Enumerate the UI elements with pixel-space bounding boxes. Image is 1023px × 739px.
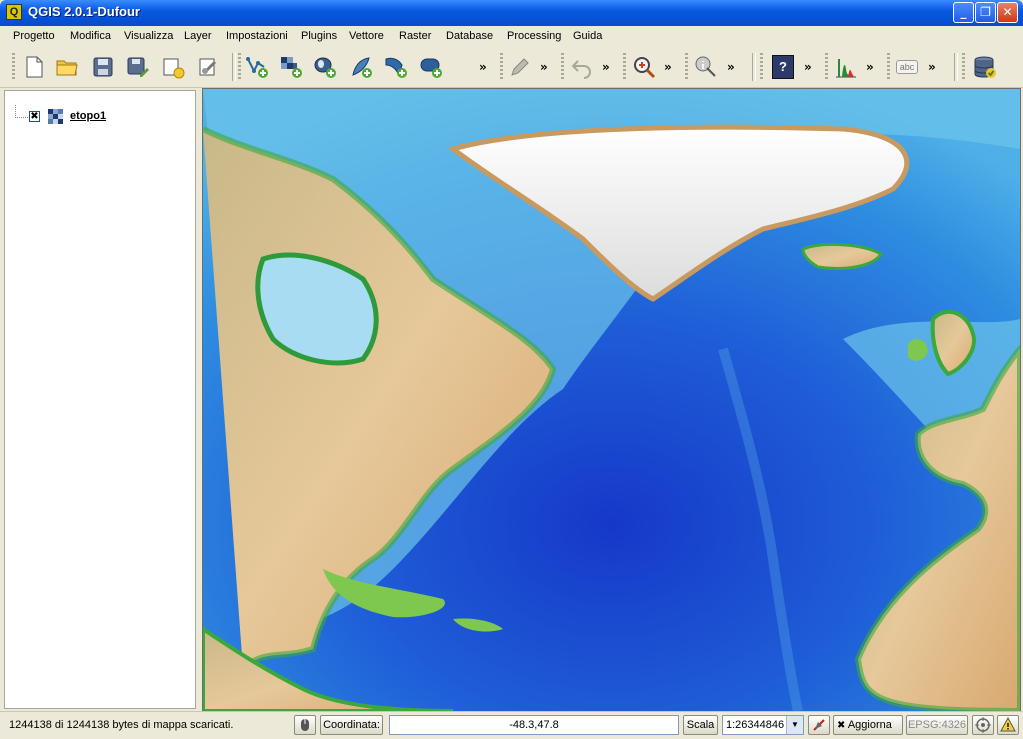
chevron-down-icon[interactable]: ▼ xyxy=(786,716,803,734)
save-as-icon[interactable] xyxy=(126,55,150,79)
render-tool-button[interactable] xyxy=(808,715,830,735)
toolbar-separator xyxy=(954,53,958,81)
coordinate-label: Coordinata: xyxy=(320,715,383,735)
map-canvas[interactable] xyxy=(202,88,1021,712)
undo-icon[interactable] xyxy=(570,55,594,79)
messages-button[interactable] xyxy=(997,715,1019,735)
menu-raster[interactable]: Raster xyxy=(399,30,431,42)
toolbar-grip[interactable] xyxy=(623,53,626,81)
toolbar-grip[interactable] xyxy=(962,53,965,81)
toolbar-grip[interactable] xyxy=(500,53,503,81)
status-bar: 1244138 di 1244138 bytes di mappa scaric… xyxy=(0,711,1023,739)
menu-impostazioni[interactable]: Impostazioni xyxy=(226,30,288,42)
maximize-button[interactable]: ❐ xyxy=(975,2,996,23)
toolbar-overflow-button[interactable]: » xyxy=(804,60,812,74)
label-icon[interactable]: abc xyxy=(896,60,918,74)
window-title: QGIS 2.0.1-Dufour xyxy=(28,4,140,19)
mouse-icon xyxy=(301,719,309,731)
minimize-button[interactable]: _ xyxy=(953,2,974,23)
title-bar: Q QGIS 2.0.1-Dufour _ ❐ ✕ xyxy=(0,0,1023,26)
warning-icon xyxy=(1000,716,1016,732)
new-project-icon[interactable] xyxy=(22,55,46,79)
layer-name: etopo1 xyxy=(70,110,107,122)
menu-plugins[interactable]: Plugins xyxy=(301,30,337,42)
toolbar-separator xyxy=(752,53,756,81)
toolbar-grip[interactable] xyxy=(887,53,890,81)
add-postgis-layer-icon[interactable] xyxy=(313,55,337,79)
menu-guida[interactable]: Guida xyxy=(573,30,602,42)
status-message: 1244138 di 1244138 bytes di mappa scaric… xyxy=(9,719,234,731)
menu-visualizza[interactable]: Visualizza xyxy=(124,30,173,42)
toolbar-grip[interactable] xyxy=(685,53,688,81)
toolbar-grip[interactable] xyxy=(238,53,241,81)
raster-icon xyxy=(48,109,63,124)
toolbar-overflow-button[interactable]: » xyxy=(928,60,936,74)
menu-bar: Progetto Modifica Visualizza Layer Impos… xyxy=(0,26,1023,47)
open-project-icon[interactable] xyxy=(55,55,79,79)
toolbar-overflow-button[interactable]: » xyxy=(602,60,610,74)
help-icon[interactable]: ? xyxy=(772,55,794,79)
toolbar-separator xyxy=(232,53,236,81)
toolbar-overflow-button[interactable]: » xyxy=(727,60,735,74)
toolbar-overflow-button[interactable]: » xyxy=(540,60,548,74)
layers-panel: ✖ etopo1 xyxy=(4,90,196,709)
scale-combobox[interactable]: 1:26344846 ▼ xyxy=(722,715,804,735)
coordinate-toggle-button[interactable] xyxy=(294,715,316,735)
render-check[interactable]: ✖ xyxy=(837,720,845,731)
tree-connector xyxy=(15,105,28,118)
add-spatialite-layer-icon[interactable] xyxy=(349,55,373,79)
menu-modifica[interactable]: Modifica xyxy=(70,30,111,42)
save-project-icon[interactable] xyxy=(91,55,115,79)
no-render-icon xyxy=(813,719,825,731)
close-button[interactable]: ✕ xyxy=(997,2,1018,23)
database-icon[interactable] xyxy=(973,55,997,79)
toolbar-overflow-button[interactable]: » xyxy=(664,60,672,74)
crs-status-button[interactable]: EPSG:4326 xyxy=(906,715,968,735)
add-wcs-layer-icon[interactable] xyxy=(419,55,443,79)
composer-manager-icon[interactable] xyxy=(196,55,220,79)
add-raster-layer-icon[interactable] xyxy=(279,55,303,79)
scale-label: Scala xyxy=(683,715,718,735)
coordinate-field[interactable]: -48.3,47.8 xyxy=(389,715,679,735)
histogram-icon[interactable] xyxy=(834,55,858,79)
add-wms-layer-icon[interactable] xyxy=(384,55,408,79)
render-label: Aggiorna xyxy=(847,719,892,731)
projection-globe-icon xyxy=(975,717,991,733)
main-toolbar: » » » » » ? » » abc » xyxy=(0,47,1023,88)
identify-icon[interactable] xyxy=(694,55,718,79)
render-checkbox[interactable]: ✖ Aggiorna xyxy=(833,715,903,735)
qgis-app-icon: Q xyxy=(6,4,22,20)
etopo1-relief-map xyxy=(203,89,1020,711)
digitize-pencil-icon[interactable] xyxy=(508,55,532,79)
zoom-pan-icon[interactable] xyxy=(632,55,656,79)
menu-database[interactable]: Database xyxy=(446,30,493,42)
scale-value: 1:26344846 xyxy=(726,719,785,731)
menu-layer[interactable]: Layer xyxy=(184,30,212,42)
new-print-composer-icon[interactable] xyxy=(161,55,185,79)
crs-globe-button[interactable] xyxy=(972,715,994,735)
toolbar-grip[interactable] xyxy=(760,53,763,81)
toolbar-grip[interactable] xyxy=(12,53,15,81)
toolbar-overflow-button[interactable]: » xyxy=(866,60,874,74)
menu-processing[interactable]: Processing xyxy=(507,30,561,42)
layer-visibility-checkbox[interactable]: ✖ xyxy=(29,111,40,122)
layer-item-etopo1[interactable]: ✖ etopo1 xyxy=(5,105,195,125)
toolbar-grip[interactable] xyxy=(825,53,828,81)
menu-vettore[interactable]: Vettore xyxy=(349,30,384,42)
toolbar-overflow-button[interactable]: » xyxy=(479,60,487,74)
add-vector-layer-icon[interactable] xyxy=(245,55,269,79)
toolbar-grip[interactable] xyxy=(561,53,564,81)
menu-progetto[interactable]: Progetto xyxy=(13,30,55,42)
